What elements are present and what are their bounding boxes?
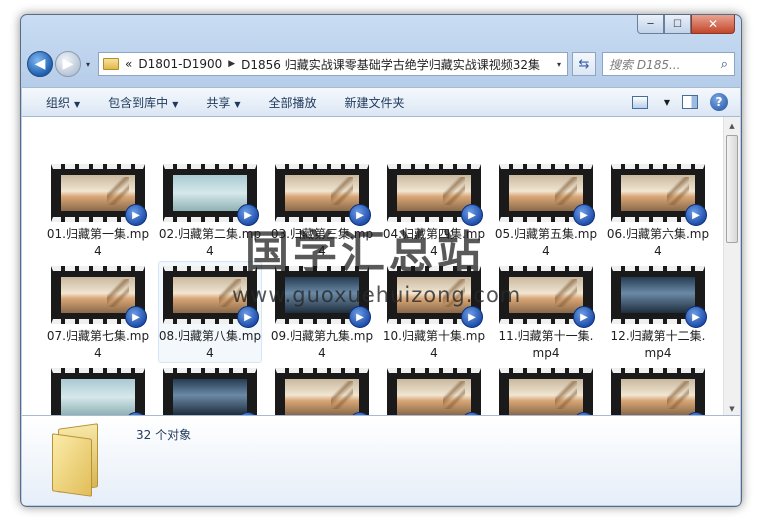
file-item[interactable]: ▶ — [382, 363, 486, 417]
share-button[interactable]: 共享 ▼ — [206, 94, 240, 111]
filmstrip-frame — [499, 368, 593, 417]
file-name: 08.归藏第八集.mp4 — [158, 329, 262, 360]
file-item[interactable]: ▶ 12.归藏第十二集.mp4 — [606, 261, 710, 363]
file-item[interactable]: ▶ — [158, 363, 262, 417]
video-thumbnail: ▶ — [387, 164, 483, 226]
help-icon[interactable]: ? — [710, 93, 728, 111]
media-player-icon: ▶ — [461, 306, 483, 328]
file-name: 01.归藏第一集.mp4 — [46, 227, 150, 258]
file-name: 07.归藏第七集.mp4 — [46, 329, 150, 360]
caption-buttons: ─ ☐ ✕ — [637, 15, 735, 37]
back-arrow-icon: ◀ — [34, 56, 46, 72]
file-name: 09.归藏第九集.mp4 — [270, 329, 374, 360]
file-name: 06.归藏第六集.mp4 — [606, 227, 710, 258]
preview-pane-icon[interactable] — [682, 95, 698, 109]
media-player-icon: ▶ — [685, 306, 707, 328]
view-options-chevron-icon[interactable]: ▼ — [664, 98, 670, 107]
folder-icon — [103, 58, 119, 70]
share-label: 共享 — [206, 95, 231, 110]
address-dropdown-icon[interactable]: ▾ — [551, 60, 567, 69]
video-thumbnail: ▶ — [51, 368, 147, 417]
breadcrumb-item[interactable]: D1801-D1900 — [138, 57, 222, 71]
file-item[interactable]: ▶ — [46, 363, 150, 417]
address-bar[interactable]: « D1801-D1900 ▶ D1856 归藏实战课零基础学古绝学归藏实战课视… — [98, 52, 568, 76]
chevron-down-icon: ▼ — [74, 99, 81, 109]
new-folder-button[interactable]: 新建文件夹 — [345, 94, 405, 111]
file-item[interactable]: ▶ 01.归藏第一集.mp4 — [46, 159, 150, 261]
change-view-icon[interactable] — [631, 95, 648, 109]
file-item[interactable]: ▶ 06.归藏第六集.mp4 — [606, 159, 710, 261]
file-item[interactable]: ▶ 11.归藏第十一集.mp4 — [494, 261, 598, 363]
chevron-down-icon: ▼ — [172, 99, 179, 109]
details-pane: 32 个对象 — [22, 415, 740, 505]
include-in-library-button[interactable]: 包含到库中 ▼ — [108, 94, 178, 111]
filmstrip-frame — [275, 368, 369, 417]
video-thumbnail: ▶ — [51, 266, 147, 328]
file-item[interactable]: ▶ — [606, 363, 710, 417]
watermark-text: 国学汇总站 — [245, 227, 485, 278]
refresh-icon: ⇆ — [578, 56, 590, 72]
play-all-button[interactable]: 全部播放 — [269, 94, 317, 111]
video-thumbnail: ▶ — [275, 164, 371, 226]
filmstrip-frame — [163, 368, 257, 417]
refresh-button[interactable]: ⇆ — [572, 52, 596, 76]
video-thumbnail: ▶ — [163, 164, 259, 226]
video-thumbnail: ▶ — [499, 368, 595, 417]
file-name: 05.归藏第五集.mp4 — [494, 227, 598, 258]
video-thumbnail: ▶ — [611, 164, 707, 226]
file-name: 12.归藏第十二集.mp4 — [610, 329, 706, 360]
minimize-button[interactable]: ─ — [637, 15, 664, 34]
video-thumbnail: ▶ — [387, 368, 483, 417]
video-thumbnail: ▶ — [611, 368, 707, 417]
recent-pages-button[interactable]: ▾ — [82, 60, 94, 69]
forward-arrow-icon: ▶ — [62, 56, 74, 72]
folder-icon — [52, 423, 102, 497]
breadcrumb-item-current[interactable]: D1856 归藏实战课零基础学古绝学归藏实战课视频32集 — [241, 56, 540, 73]
media-player-icon: ▶ — [573, 204, 595, 226]
scroll-up-icon[interactable]: ▲ — [724, 117, 740, 134]
search-icon[interactable]: ⌕ — [721, 57, 728, 72]
search-placeholder: 搜索 D185... — [609, 57, 681, 72]
video-thumbnail: ▶ — [499, 164, 595, 226]
filmstrip-frame — [51, 368, 145, 417]
search-input[interactable]: 搜索 D185... ⌕ — [602, 52, 735, 76]
filmstrip-frame — [611, 368, 705, 417]
close-button[interactable]: ✕ — [691, 15, 735, 34]
video-thumbnail: ▶ — [163, 368, 259, 417]
maximize-button[interactable]: ☐ — [664, 15, 691, 34]
toolbar-right: ▼ ? — [631, 93, 740, 111]
chevron-down-icon: ▼ — [234, 99, 241, 109]
watermark-url: www.guoxuehuizong.com — [232, 283, 522, 307]
media-player-icon: ▶ — [237, 306, 259, 328]
breadcrumb-overflow[interactable]: « — [125, 57, 132, 71]
vertical-scrollbar[interactable]: ▲ ▼ — [723, 117, 740, 417]
organize-label: 组织 — [46, 95, 71, 110]
filmstrip-frame — [387, 368, 481, 417]
media-player-icon: ▶ — [573, 306, 595, 328]
file-item[interactable]: ▶ — [270, 363, 374, 417]
forward-button[interactable]: ▶ — [55, 51, 81, 77]
address-row: ◀ ▶ ▾ « D1801-D1900 ▶ D1856 归藏实战课零基础学古绝学… — [27, 49, 735, 79]
file-name: 11.归藏第十一集.mp4 — [498, 329, 594, 360]
media-player-icon: ▶ — [349, 306, 371, 328]
video-thumbnail: ▶ — [275, 368, 371, 417]
file-item[interactable]: ▶ — [494, 363, 598, 417]
file-name: 10.归藏第十集.mp4 — [382, 329, 486, 360]
media-player-icon: ▶ — [125, 306, 147, 328]
scrollbar-thumb[interactable] — [726, 135, 738, 243]
video-thumbnail: ▶ — [611, 266, 707, 328]
video-thumbnail: ▶ — [51, 164, 147, 226]
file-item[interactable]: ▶ 05.归藏第五集.mp4 — [494, 159, 598, 261]
organize-button[interactable]: 组织 ▼ — [46, 94, 80, 111]
media-player-icon: ▶ — [685, 204, 707, 226]
breadcrumb-chevron-icon[interactable]: ▶ — [228, 59, 235, 69]
back-button[interactable]: ◀ — [27, 51, 53, 77]
command-bar: 组织 ▼ 包含到库中 ▼ 共享 ▼ 全部播放 新建文件夹 ▼ ? — [22, 87, 740, 117]
item-count: 32 个对象 — [136, 428, 192, 442]
media-player-icon: ▶ — [125, 204, 147, 226]
include-in-library-label: 包含到库中 — [108, 95, 169, 110]
file-item[interactable]: ▶ 07.归藏第七集.mp4 — [46, 261, 150, 363]
